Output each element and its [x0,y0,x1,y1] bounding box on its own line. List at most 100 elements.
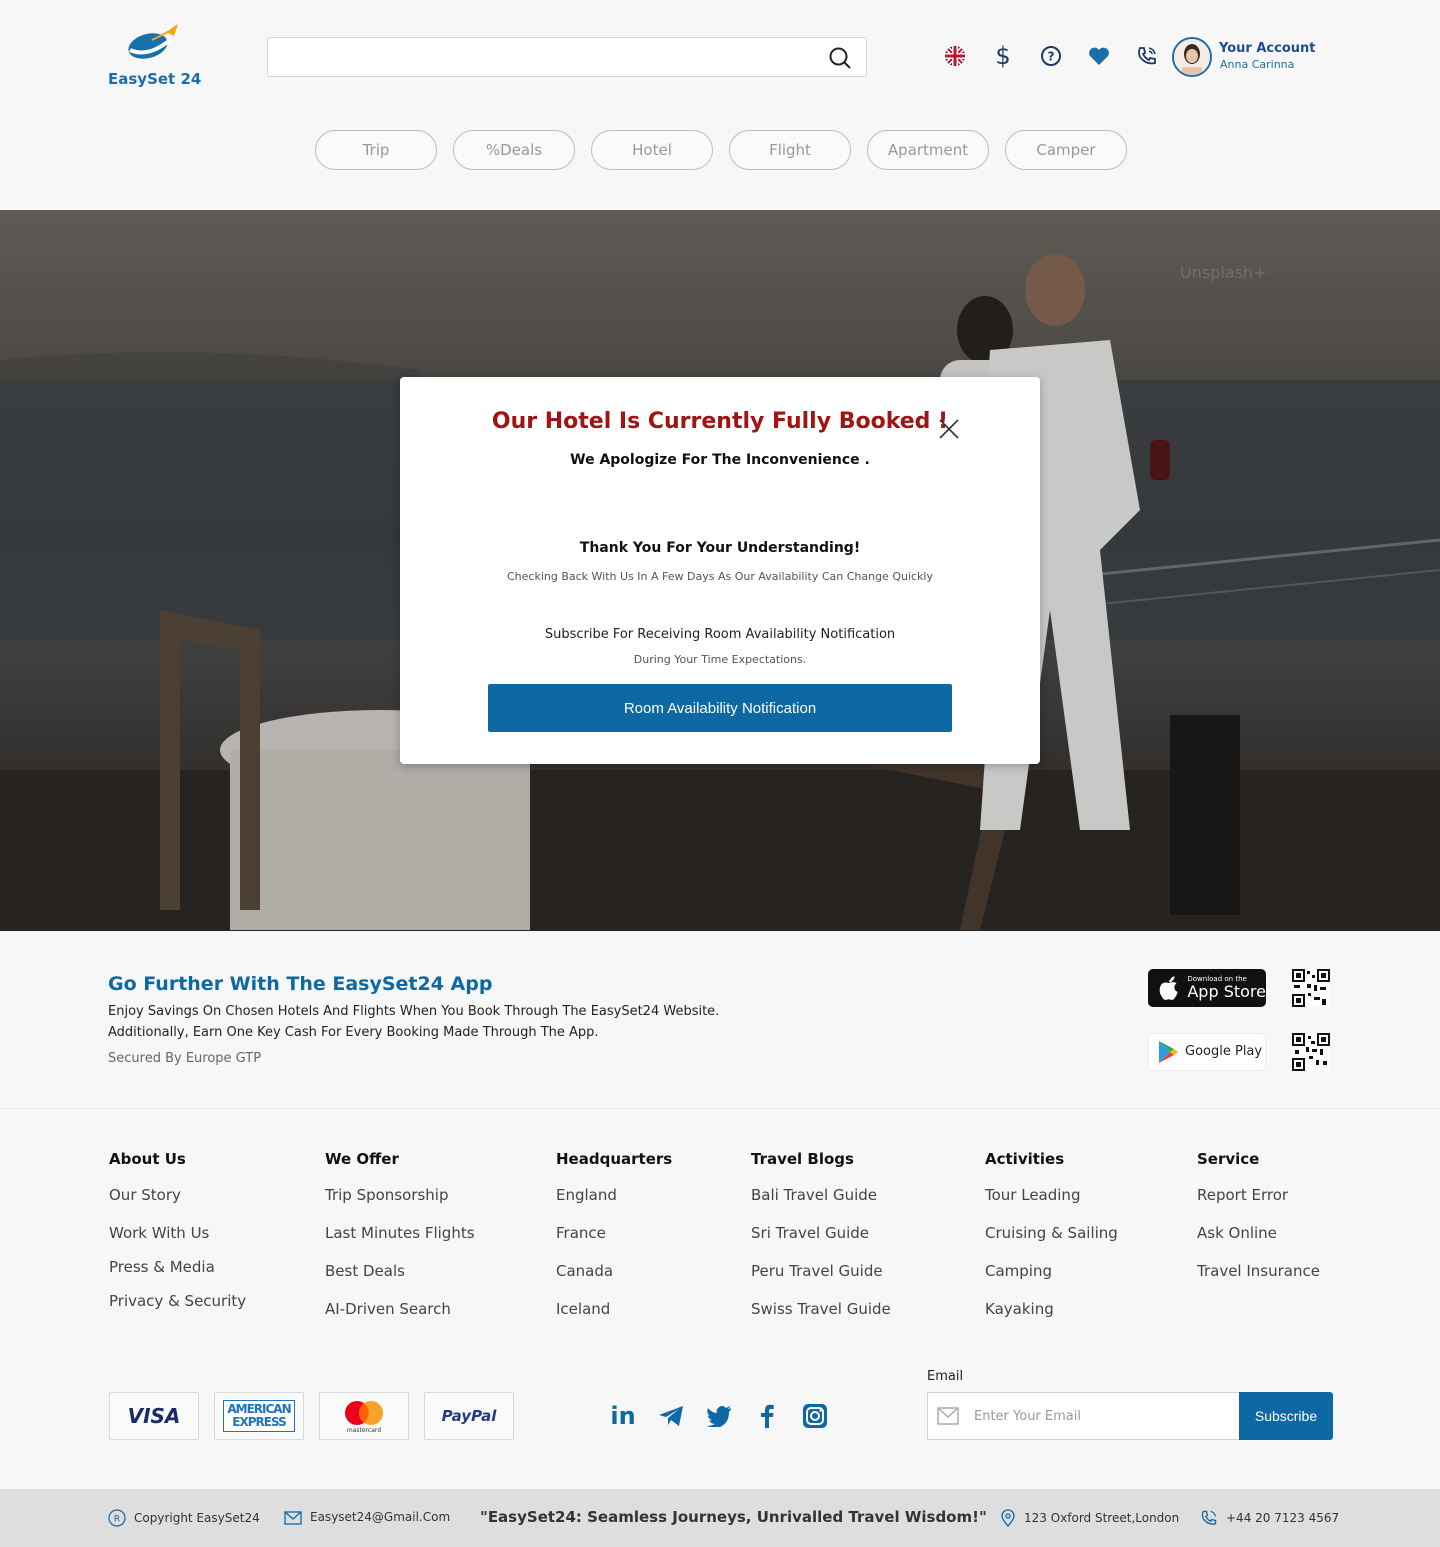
footer-heading: Headquarters [556,1150,673,1168]
email-text: Easyset24@Gmail.Com [310,1510,451,1524]
email-input[interactable] [974,1393,1234,1439]
phone[interactable]: +44 20 7123 4567 [1200,1509,1339,1527]
footer-link[interactable]: Canada [556,1262,672,1300]
footer-link[interactable]: Privacy & Security [109,1292,246,1330]
footer-link[interactable]: Report Error [1197,1186,1320,1224]
app-store-button[interactable]: Download on the App Store [1148,969,1266,1007]
footer-heading: Service [1197,1150,1260,1168]
footer-heading: Travel Blogs [751,1150,854,1168]
footer-link[interactable]: Work With Us [109,1224,246,1258]
heart-icon[interactable] [1086,43,1112,69]
footer-link[interactable]: Press & Media [109,1258,246,1292]
footer-heading: Activities [985,1150,1065,1168]
location-pin-icon [1001,1509,1015,1527]
footer-link[interactable]: Travel Insurance [1197,1262,1320,1300]
phone-icon[interactable] [1134,43,1160,69]
subscribe-button[interactable]: Subscribe [1239,1392,1333,1440]
modal-thanks: Thank You For Your Understanding! [579,540,861,556]
footer-link[interactable]: Sri Travel Guide [751,1224,891,1262]
footer-link[interactable]: France [556,1224,672,1262]
footer-link[interactable]: AI-Driven Search [325,1300,475,1338]
footer-col-about: About Us Our Story Work With Us Press & … [109,1150,246,1330]
logo[interactable]: EasySet 24 [108,22,208,92]
uk-flag-icon[interactable] [942,43,968,69]
footer-col-headquarters: Headquarters England France Canada Icela… [556,1150,672,1338]
email-field[interactable] [927,1392,1239,1440]
google-play-label: Google Play [1185,1044,1263,1059]
amex-logo: AMERICAN EXPRESS [214,1392,304,1440]
fully-booked-modal: Our Hotel Is Currently Fully Booked ! We… [400,377,1040,764]
facebook-icon[interactable] [754,1403,780,1429]
linkedin-icon[interactable]: in [610,1402,636,1430]
footer-link[interactable]: Tour Leading [985,1186,1118,1224]
modal-during-text: During Your Time Expectations. [633,653,807,666]
registered-icon: R [108,1509,126,1527]
close-icon[interactable] [937,417,961,441]
app-promo-section: Go Further With The EasySet24 App Enjoy … [0,931,1440,1109]
apple-icon [1159,976,1178,1000]
svg-text:R: R [114,1515,120,1525]
footer-col-service: Service Report Error Ask Online Travel I… [1197,1150,1320,1300]
tab-apartment[interactable]: Apartment [867,130,989,170]
contact-email[interactable]: Easyset24@Gmail.Com [284,1509,450,1525]
footer-link[interactable]: Cruising & Sailing [985,1224,1118,1262]
secured-by-text: Secured By Europe GTP [108,1051,262,1066]
account-name: Anna Carinna [1220,58,1295,71]
account-title[interactable]: Your Account [1219,41,1315,56]
phone-icon [1201,1510,1217,1525]
footer-link[interactable]: England [556,1186,672,1224]
tab-camper[interactable]: Camper [1005,130,1127,170]
mastercard-logo: mastercard [319,1392,409,1440]
header: EasySet 24 $ ? Your Account Anna Carinna… [0,0,1440,210]
footer-link[interactable]: Bali Travel Guide [751,1186,891,1224]
search-input[interactable] [267,37,867,77]
svg-text:?: ? [1048,50,1055,64]
room-availability-button[interactable]: Room Availability Notification [488,684,952,732]
footer-col-we-offer: We Offer Trip Sponsorship Last Minutes F… [325,1150,475,1338]
footer-link[interactable]: Ask Online [1197,1224,1320,1262]
footer-col-activities: Activities Tour Leading Cruising & Saili… [985,1150,1118,1338]
instagram-icon[interactable] [802,1403,828,1429]
googleplay-qr-code-icon [1292,1033,1330,1071]
address: 123 Oxford Street,London [1000,1509,1179,1527]
footer-heading: We Offer [325,1150,399,1168]
help-icon[interactable]: ? [1038,43,1064,69]
footer-link[interactable]: Kayaking [985,1300,1118,1338]
copyright-text: Copyright EasySet24 [134,1511,260,1525]
google-play-icon [1159,1041,1178,1063]
footer-col-travel-blogs: Travel Blogs Bali Travel Guide Sri Trave… [751,1150,891,1338]
avatar[interactable] [1172,37,1212,77]
footer-link[interactable]: Peru Travel Guide [751,1262,891,1300]
dollar-icon[interactable]: $ [990,42,1016,70]
plane-logo-icon [128,24,178,59]
twitter-icon[interactable] [706,1403,732,1429]
address-text: 123 Oxford Street,London [1024,1511,1180,1525]
visa-text: VISA [127,1404,181,1428]
appstore-qr-code-icon [1292,969,1330,1007]
bottom-bar: R Copyright EasySet24 Easyset24@Gmail.Co… [0,1489,1440,1547]
footer-link[interactable]: Trip Sponsorship [325,1186,475,1224]
telegram-icon[interactable] [658,1403,684,1429]
footer-link[interactable]: Our Story [109,1186,246,1224]
app-description-2: Additionally, Earn One Key Cash For Ever… [108,1025,599,1040]
footer-heading: About Us [109,1150,186,1168]
footer-link[interactable]: Camping [985,1262,1118,1300]
tab-trip[interactable]: Trip [315,130,437,170]
paypal-text: PayPal [441,1407,497,1425]
modal-check-back: Checking Back With Us In A Few Days As O… [507,570,933,583]
tab-deals[interactable]: %Deals [453,130,575,170]
footer-link[interactable]: Iceland [556,1300,672,1338]
tab-flight[interactable]: Flight [729,130,851,170]
phone-text: +44 20 7123 4567 [1226,1511,1340,1525]
amex-text-2: EXPRESS [232,1415,286,1429]
google-play-button[interactable]: Google Play [1148,1033,1266,1071]
tab-hotel[interactable]: Hotel [591,130,713,170]
footer-link[interactable]: Last Minutes Flights [325,1224,475,1262]
app-description-1: Enjoy Savings On Chosen Hotels And Fligh… [108,1004,720,1019]
mail-icon [284,1511,302,1525]
footer-link[interactable]: Swiss Travel Guide [751,1300,891,1338]
search-icon[interactable] [828,46,852,70]
email-label: Email [927,1369,964,1384]
footer-link[interactable]: Best Deals [325,1262,475,1300]
tagline: "EasySet24: Seamless Journeys, Unrivalle… [480,1508,987,1526]
